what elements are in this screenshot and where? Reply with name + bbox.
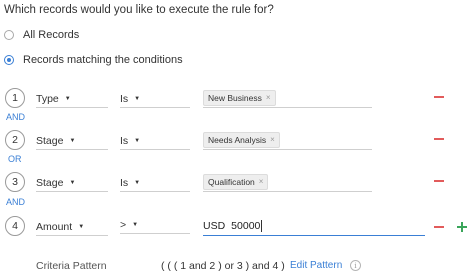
radio-all-records[interactable] bbox=[4, 30, 14, 40]
add-condition-icon[interactable] bbox=[457, 222, 467, 232]
operator-select-4-label: > bbox=[120, 219, 127, 231]
field-select-3-label: Stage bbox=[36, 177, 64, 189]
amount-value: 50000 bbox=[231, 219, 261, 232]
connector-1[interactable]: AND bbox=[6, 112, 25, 122]
chevron-down-icon: ▼ bbox=[132, 222, 139, 228]
rule-question: Which records would you like to execute … bbox=[4, 4, 274, 16]
text-cursor bbox=[261, 219, 263, 232]
operator-select-3[interactable]: Is ▼ bbox=[120, 174, 190, 192]
connector-2[interactable]: OR bbox=[8, 154, 22, 164]
remove-condition-3-icon[interactable] bbox=[434, 180, 444, 182]
condition-number-3[interactable]: 3 bbox=[5, 172, 25, 192]
value-chip-1-label: New Business bbox=[208, 92, 262, 103]
chevron-down-icon: ▼ bbox=[134, 96, 141, 102]
field-select-3[interactable]: Stage ▼ bbox=[36, 174, 108, 192]
operator-select-1-label: Is bbox=[120, 93, 129, 105]
field-select-1-label: Type bbox=[36, 93, 59, 105]
radio-matching-records[interactable] bbox=[4, 55, 14, 65]
option-matching-records[interactable]: Records matching the conditions bbox=[4, 52, 183, 68]
condition-number-2[interactable]: 2 bbox=[5, 130, 25, 150]
remove-condition-4-icon[interactable] bbox=[434, 226, 444, 228]
value-chip-2: Needs Analysis × bbox=[203, 131, 280, 148]
connector-3[interactable]: AND bbox=[6, 197, 25, 207]
remove-chip-icon[interactable]: × bbox=[266, 93, 271, 102]
operator-select-2-label: Is bbox=[120, 135, 129, 147]
currency-label: USD bbox=[203, 219, 226, 232]
remove-condition-1-icon[interactable] bbox=[434, 96, 444, 98]
value-field-2[interactable]: Needs Analysis × bbox=[203, 130, 372, 150]
edit-pattern-link[interactable]: Edit Pattern bbox=[290, 260, 342, 271]
value-field-1[interactable]: New Business × bbox=[203, 88, 372, 108]
chevron-down-icon: ▼ bbox=[69, 138, 76, 144]
value-chip-3-label: Qualification bbox=[208, 176, 255, 187]
criteria-pattern-value: ( ( ( 1 and 2 ) or 3 ) and 4 ) bbox=[161, 260, 285, 272]
option-all-records-label: All Records bbox=[23, 29, 80, 41]
value-chip-2-label: Needs Analysis bbox=[208, 134, 267, 145]
value-field-3[interactable]: Qualification × bbox=[203, 172, 372, 192]
operator-select-1[interactable]: Is ▼ bbox=[120, 90, 190, 108]
field-select-4[interactable]: Amount ▼ bbox=[36, 218, 108, 236]
value-chip-1: New Business × bbox=[203, 89, 276, 106]
operator-select-3-label: Is bbox=[120, 177, 129, 189]
condition-number-4[interactable]: 4 bbox=[5, 216, 25, 236]
chevron-down-icon: ▼ bbox=[134, 138, 141, 144]
field-select-2[interactable]: Stage ▼ bbox=[36, 132, 108, 150]
chevron-down-icon: ▼ bbox=[64, 96, 71, 102]
operator-select-4[interactable]: > ▼ bbox=[120, 216, 190, 234]
remove-condition-2-icon[interactable] bbox=[434, 138, 444, 140]
chevron-down-icon: ▼ bbox=[134, 180, 141, 186]
field-select-1[interactable]: Type ▼ bbox=[36, 90, 108, 108]
value-chip-3: Qualification × bbox=[203, 173, 269, 190]
criteria-pattern-label: Criteria Pattern bbox=[36, 260, 107, 272]
amount-input[interactable]: USD 50000 bbox=[203, 216, 425, 236]
remove-chip-icon[interactable]: × bbox=[270, 135, 275, 144]
chevron-down-icon: ▼ bbox=[78, 224, 85, 230]
operator-select-2[interactable]: Is ▼ bbox=[120, 132, 190, 150]
option-all-records[interactable]: All Records bbox=[4, 27, 79, 43]
chevron-down-icon: ▼ bbox=[69, 180, 76, 186]
remove-chip-icon[interactable]: × bbox=[259, 177, 264, 186]
condition-number-1[interactable]: 1 bbox=[5, 88, 25, 108]
option-matching-records-label: Records matching the conditions bbox=[23, 54, 183, 66]
field-select-4-label: Amount bbox=[36, 221, 73, 233]
field-select-2-label: Stage bbox=[36, 135, 64, 147]
info-icon[interactable]: i bbox=[350, 260, 361, 271]
